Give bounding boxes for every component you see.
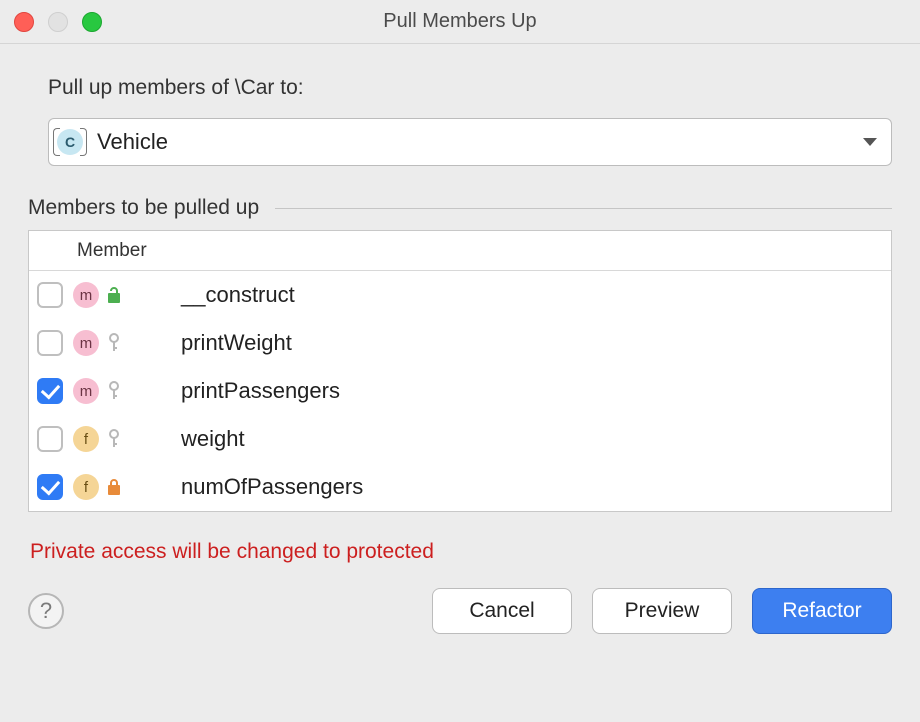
protected-visibility-icon [105,333,123,353]
refactor-button[interactable]: Refactor [752,588,892,634]
table-row: m __construct [29,271,891,319]
member-checkbox[interactable] [37,474,63,500]
member-name: numOfPassengers [181,474,363,500]
member-checkbox[interactable] [37,426,63,452]
member-name: printWeight [181,330,292,356]
window-title: Pull Members Up [383,10,536,33]
window-controls [14,12,102,32]
table-row: m printPassengers [29,367,891,415]
public-visibility-icon [105,285,123,305]
field-icon: f [73,474,99,500]
method-icon: m [73,282,99,308]
titlebar: Pull Members Up [0,0,920,44]
table-header: Member [29,231,891,271]
pull-up-prompt: Pull up members of \Car to: [48,76,892,100]
cancel-button[interactable]: Cancel [432,588,572,634]
member-column-header: Member [73,240,147,262]
method-icon: m [73,378,99,404]
target-class-name: Vehicle [97,129,168,155]
protected-visibility-icon [105,429,123,449]
preview-button[interactable]: Preview [592,588,732,634]
zoom-window-button[interactable] [82,12,102,32]
member-name: printPassengers [181,378,340,404]
table-row: m printWeight [29,319,891,367]
minimize-window-button [48,12,68,32]
class-icon: C [57,129,83,155]
chevron-down-icon [863,138,877,146]
field-icon: f [73,426,99,452]
member-name: weight [181,426,245,452]
help-button[interactable]: ? [28,593,64,629]
member-name: __construct [181,282,295,308]
target-class-dropdown[interactable]: C Vehicle [48,118,892,166]
members-table: Member m__constructmprintWeightmprintPas… [28,230,892,512]
member-checkbox[interactable] [37,378,63,404]
table-row: f numOfPassengers [29,463,891,511]
table-row: f weight [29,415,891,463]
access-warning: Private access will be changed to protec… [30,540,892,564]
member-checkbox[interactable] [37,282,63,308]
method-icon: m [73,330,99,356]
private-visibility-icon [105,477,123,497]
protected-visibility-icon [105,381,123,401]
member-checkbox[interactable] [37,330,63,356]
close-window-button[interactable] [14,12,34,32]
members-section-header: Members to be pulled up [28,196,892,220]
members-section-label: Members to be pulled up [28,196,259,220]
